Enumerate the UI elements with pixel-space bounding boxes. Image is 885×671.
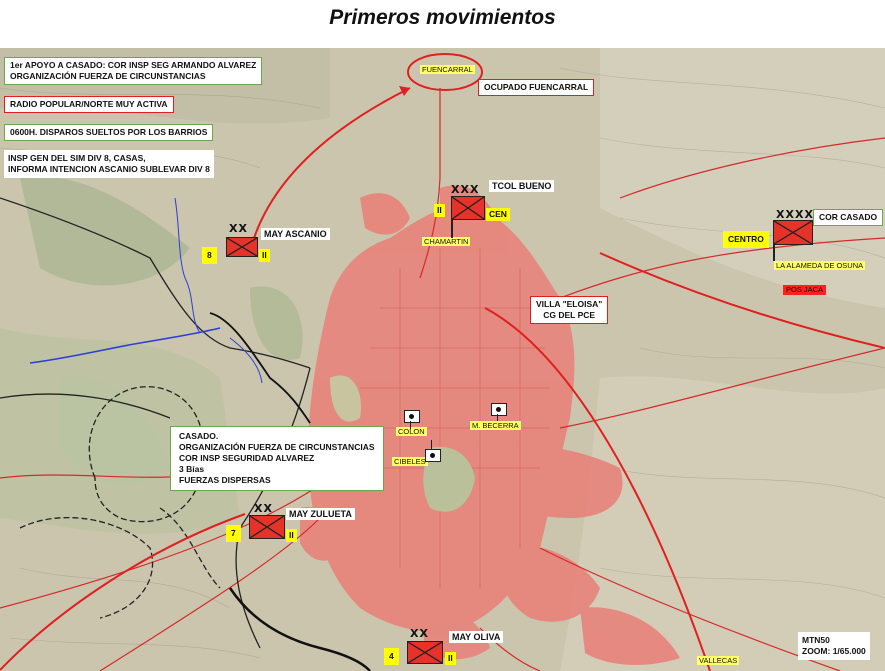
casado-name: COR CASADO xyxy=(813,209,884,226)
note-ocupado-text: OCUPADO FUENCARRAL xyxy=(484,82,589,92)
zulueta-echelon-label: II xyxy=(286,529,297,542)
bueno-right-label: CEN xyxy=(486,208,510,221)
bueno-flag-pole xyxy=(451,218,453,238)
note-casado-line3: COR INSP SEGURIDAD ALVAREZ xyxy=(179,453,315,463)
hq-pole-becerra xyxy=(497,414,499,421)
page-title: Primeros movimientos xyxy=(329,6,556,29)
hq-marker-becerra[interactable] xyxy=(491,403,507,416)
note-radio: RADIO POPULAR/NORTE MUY ACTIVA xyxy=(4,96,174,113)
place-alameda: LA ALAMEDA DE OSUNA xyxy=(774,261,866,270)
hq-pole-colon xyxy=(410,421,412,429)
place-pos-jaca: POS JACA xyxy=(783,285,827,295)
ascanio-unit-flag[interactable] xyxy=(226,237,258,257)
casado-echelon: XXXX xyxy=(776,208,814,221)
oliva-name: MAY OLIVA xyxy=(449,631,504,643)
note-apoyo-casado: 1er APOYO A CASADO: COR INSP SEG ARMANDO… xyxy=(4,57,263,85)
ascanio-cross-icon xyxy=(227,238,257,256)
bueno-name: TCOL BUENO xyxy=(489,180,555,192)
casado-name-text: COR CASADO xyxy=(819,212,878,222)
note-casado-line5: FUERZAS DISPERSAS xyxy=(179,475,271,485)
note-apoyo-line1: 1er APOYO A CASADO: COR INSP SEG ARMANDO… xyxy=(10,60,257,70)
oliva-echelon-label: II xyxy=(445,652,456,665)
place-chamartin: CHAMARTIN xyxy=(422,237,471,246)
ascanio-name: MAY ASCANIO xyxy=(261,228,330,240)
bueno-unit-flag[interactable] xyxy=(451,196,485,220)
hq-marker-cibeles[interactable] xyxy=(425,449,441,462)
note-insp-gen: INSP GEN DEL SIM DIV 8, CASAS, INFORMA I… xyxy=(4,150,214,178)
hq-marker-colon[interactable] xyxy=(404,410,420,423)
zulueta-number: 7 xyxy=(226,525,241,542)
note-ocupado: OCUPADO FUENCARRAL xyxy=(478,79,595,96)
place-colon: COLON xyxy=(396,427,427,436)
casado-cross-icon xyxy=(774,221,812,244)
note-villa-line1: VILLA "ELOISA" xyxy=(536,299,603,309)
zulueta-cross-icon xyxy=(250,516,284,538)
note-insp-line2: INFORMA INTENCION ASCANIO SUBLEVAR DIV 8 xyxy=(8,164,210,174)
note-scale-line2: ZOOM: 1/65.000 xyxy=(802,646,866,656)
map-canvas[interactable]: FUENCARRAL CHAMARTIN COLON M. BECERRA CI… xyxy=(0,48,885,671)
ascanio-echelon: XX xyxy=(229,222,248,235)
bueno-cross-icon xyxy=(452,197,484,219)
oliva-number: 4 xyxy=(384,648,399,665)
ascanio-echelon-label: II xyxy=(259,249,270,262)
note-casado-line1: CASADO. xyxy=(179,431,219,441)
oliva-unit-flag[interactable] xyxy=(407,641,443,664)
zulueta-echelon: XX xyxy=(254,502,273,515)
place-becerra: M. BECERRA xyxy=(470,421,521,430)
note-scale-line1: MTN50 xyxy=(802,635,830,645)
note-casado: CASADO. ORGANIZACIÓN FUERZA DE CIRCUNSTA… xyxy=(170,426,384,491)
hq-pole-cibeles xyxy=(431,440,433,449)
note-villa-line2: CG DEL PCE xyxy=(543,310,596,320)
note-casado-line4: 3 Bías xyxy=(179,464,205,474)
ascanio-number: 8 xyxy=(202,247,217,264)
place-vallecas: VALLECAS xyxy=(697,656,740,665)
zulueta-name: MAY ZULUETA xyxy=(286,508,355,520)
note-villa-eloisa: VILLA "ELOISA" CG DEL PCE xyxy=(530,296,609,324)
note-apoyo-line2: ORGANIZACIÓN FUERZA DE CIRCUNSTANCIAS xyxy=(10,71,206,81)
note-insp-line1: INSP GEN DEL SIM DIV 8, CASAS, xyxy=(8,153,146,163)
place-cibeles: CIBELES xyxy=(392,457,428,466)
casado-unit-flag[interactable] xyxy=(773,220,813,245)
note-casado-line2: ORGANIZACIÓN FUERZA DE CIRCUNSTANCIAS xyxy=(179,442,375,452)
note-disparos: 0600H. DISPAROS SUELTOS POR LOS BARRIOS xyxy=(4,124,214,141)
note-disparos-text: 0600H. DISPAROS SUELTOS POR LOS BARRIOS xyxy=(10,127,208,137)
note-scale: MTN50 ZOOM: 1/65.000 xyxy=(798,632,870,660)
note-radio-text: RADIO POPULAR/NORTE MUY ACTIVA xyxy=(10,99,168,109)
bueno-left-label: II xyxy=(434,204,445,217)
map-background xyxy=(0,48,885,671)
casado-left-label: CENTRO xyxy=(723,231,769,248)
zulueta-unit-flag[interactable] xyxy=(249,515,285,539)
oliva-echelon: XX xyxy=(410,627,429,640)
bueno-echelon: XXX xyxy=(451,183,480,196)
place-fuencarral: FUENCARRAL xyxy=(420,65,475,74)
oliva-cross-icon xyxy=(408,642,442,663)
casado-flag-pole xyxy=(773,243,775,261)
